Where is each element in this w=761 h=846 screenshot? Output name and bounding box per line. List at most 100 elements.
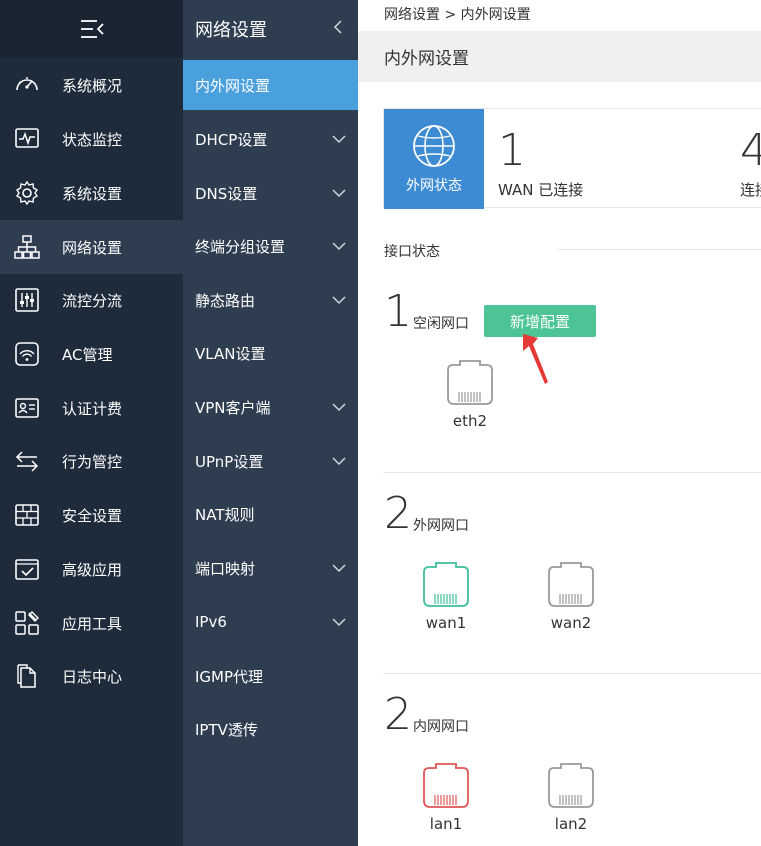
wan-status-label: 外网状态 <box>406 178 462 194</box>
sidebar-item-authentication[interactable]: 认证计费 <box>0 381 183 435</box>
subnav-item-label: 终端分组设置 <box>195 237 286 256</box>
subnav-item-label: VLAN设置 <box>195 344 266 363</box>
sliders-icon <box>13 286 41 314</box>
connection-count: 4 <box>740 125 761 176</box>
subnav-item-lan-wan[interactable]: 内外网设置 <box>183 60 358 110</box>
sidebar-item-label: 高级应用 <box>62 560 123 579</box>
sidebar-item-label: 系统设置 <box>62 184 123 203</box>
port-eth2[interactable]: eth2 <box>435 360 505 430</box>
subnav-item-static-routes[interactable]: 静态路由 <box>183 275 358 325</box>
primary-sidebar: 系统概况 状态监控 系统设置 网络设置 流控分流 AC管理 认证计费 行为管控 … <box>0 0 183 846</box>
ethernet-port-icon <box>548 562 594 607</box>
subnav-item-label: DHCP设置 <box>195 130 268 149</box>
wan-port-count: 2 <box>384 488 412 539</box>
port-lan1[interactable]: lan1 <box>411 763 481 833</box>
subnav-item-port-mapping[interactable]: 端口映射 <box>183 543 358 593</box>
sidebar-item-behavior-control[interactable]: 行为管控 <box>0 434 183 488</box>
group-divider <box>383 673 761 674</box>
subnav-item-vlan[interactable]: VLAN设置 <box>183 328 358 378</box>
wan-port-label: 外网网口 <box>413 518 469 534</box>
subnav-item-dns[interactable]: DNS设置 <box>183 168 358 218</box>
subnav-item-igmp-proxy[interactable]: IGMP代理 <box>183 651 358 701</box>
subnav-item-ipv6[interactable]: IPv6 <box>183 597 358 647</box>
sidebar-item-app-tools[interactable]: 应用工具 <box>0 596 183 650</box>
chevron-down-icon <box>332 296 346 305</box>
chevron-down-icon <box>332 242 346 251</box>
section-divider <box>558 249 761 250</box>
sidebar-item-network-settings[interactable]: 网络设置 <box>0 220 183 274</box>
annotation-arrow <box>523 334 548 384</box>
subnav-item-label: DNS设置 <box>195 184 258 203</box>
sidebar-item-label: 应用工具 <box>62 614 123 633</box>
idle-port-count: 1 <box>384 286 412 337</box>
port-name: wan2 <box>550 614 592 632</box>
sidebar-item-label: 行为管控 <box>62 452 123 471</box>
port-wan2[interactable]: wan2 <box>536 562 606 632</box>
lan-port-count: 2 <box>384 689 412 740</box>
sidebar-item-security[interactable]: 安全设置 <box>0 488 183 542</box>
sidebar-item-traffic-control[interactable]: 流控分流 <box>0 273 183 327</box>
port-name: lan2 <box>554 815 588 833</box>
router-admin-app: 系统概况 状态监控 系统设置 网络设置 流控分流 AC管理 认证计费 行为管控 … <box>0 0 761 846</box>
page-title: 内外网设置 <box>384 49 469 69</box>
firewall-icon <box>13 501 41 529</box>
subnav-item-label: IGMP代理 <box>195 667 264 686</box>
wan-connected-label: WAN 已连接 <box>498 181 584 199</box>
chevron-down-icon <box>332 564 346 573</box>
sidebar-item-system-settings[interactable]: 系统设置 <box>0 166 183 220</box>
sidebar-item-label: 网络设置 <box>62 238 123 257</box>
subnav-item-iptv-passthrough[interactable]: IPTV透传 <box>183 704 358 754</box>
subnav-item-label: NAT规则 <box>195 505 255 524</box>
subnav-item-vpn-client[interactable]: VPN客户端 <box>183 382 358 432</box>
subnav-item-nat-rules[interactable]: NAT规则 <box>183 489 358 539</box>
ethernet-port-icon <box>423 562 469 607</box>
chevron-down-icon <box>332 457 346 466</box>
checked-document-icon <box>13 555 41 583</box>
subnav-item-label: 静态路由 <box>195 291 256 310</box>
chevron-down-icon <box>332 403 346 412</box>
subnav-item-label: IPTV透传 <box>195 720 258 739</box>
port-name: lan1 <box>429 815 463 833</box>
wifi-ap-icon <box>13 340 41 368</box>
sidebar-item-label: 状态监控 <box>62 130 123 149</box>
wan-status-tile[interactable]: 外网状态 <box>384 109 484 209</box>
subnav-item-label: 内外网设置 <box>195 76 271 95</box>
sidebar-item-label: 安全设置 <box>62 506 123 525</box>
sidebar-item-monitor[interactable]: 状态监控 <box>0 112 183 166</box>
main-content: 网络设置 > 内外网设置 内外网设置 外网状态 1 WAN 已连接 4 连接 接… <box>358 0 761 846</box>
port-lan2[interactable]: lan2 <box>536 763 606 833</box>
wan-status-panel: 外网状态 1 WAN 已连接 4 连接 <box>383 108 761 209</box>
sidebar-item-advanced-apps[interactable]: 高级应用 <box>0 542 183 596</box>
log-files-icon <box>13 662 41 690</box>
collapse-subnav-button[interactable] <box>332 19 344 40</box>
chevron-down-icon <box>332 135 346 144</box>
chevron-down-icon <box>332 618 346 627</box>
subnav-title: 网络设置 <box>195 20 267 41</box>
sidebar-item-ac-management[interactable]: AC管理 <box>0 327 183 381</box>
sidebar-item-log-center[interactable]: 日志中心 <box>0 649 183 703</box>
sidebar-item-label: AC管理 <box>62 345 113 364</box>
sidebar-item-label: 系统概况 <box>62 76 123 95</box>
menu-collapse-toggle[interactable] <box>0 0 183 58</box>
ethernet-port-icon <box>447 360 493 405</box>
connection-label: 连接 <box>740 181 761 199</box>
subnav-item-upnp[interactable]: UPnP设置 <box>183 436 358 486</box>
port-wan1[interactable]: wan1 <box>411 562 481 632</box>
subnav-item-terminal-groups[interactable]: 终端分组设置 <box>183 221 358 271</box>
subnav-header: 网络设置 <box>183 0 358 58</box>
subnav-item-dhcp[interactable]: DHCP设置 <box>183 114 358 164</box>
group-divider <box>383 472 761 473</box>
network-topology-icon <box>13 233 41 261</box>
port-name: eth2 <box>452 412 488 430</box>
chevron-left-icon <box>333 19 342 34</box>
gear-icon <box>13 179 41 207</box>
idle-port-label: 空闲网口 <box>413 316 469 332</box>
tools-grid-icon <box>13 609 41 637</box>
sidebar-item-overview[interactable]: 系统概况 <box>0 58 183 112</box>
interface-status-title: 接口状态 <box>384 244 440 260</box>
subnav-item-label: IPv6 <box>195 613 227 631</box>
monitor-pulse-icon <box>13 125 41 153</box>
ethernet-port-icon <box>423 763 469 808</box>
globe-icon <box>413 125 455 167</box>
sidebar-item-label: 流控分流 <box>62 291 123 310</box>
